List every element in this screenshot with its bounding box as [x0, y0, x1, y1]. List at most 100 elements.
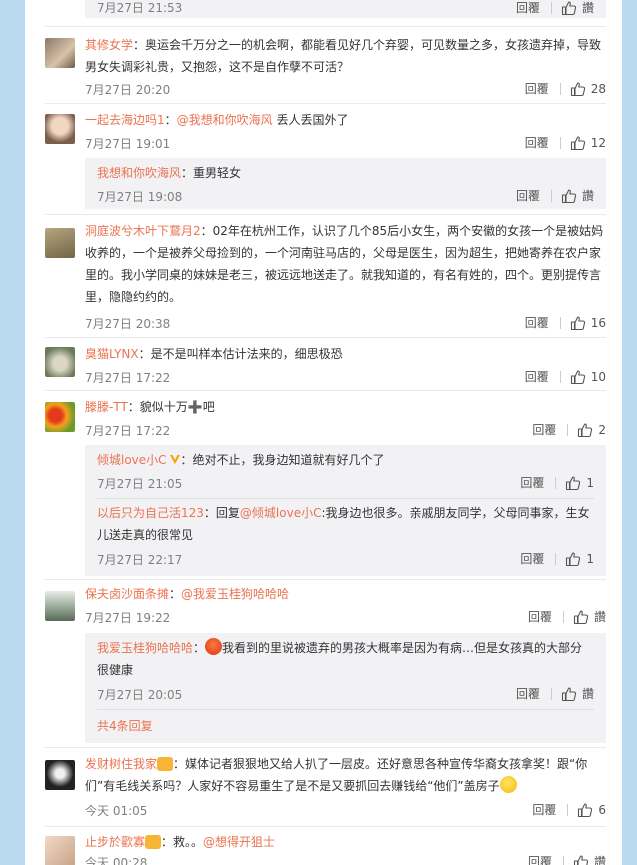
- medal-badge-icon: [157, 757, 174, 771]
- view-all-replies-link[interactable]: 共4条回复: [97, 717, 153, 734]
- comment-username[interactable]: 洞庭波兮木叶下鵞月2: [85, 224, 201, 238]
- mention-link[interactable]: @倾城love小C: [240, 506, 322, 520]
- nested-reply: 我想和你吹海风：重男轻女 7月27日 19:08 回覆 讚: [85, 158, 606, 209]
- thumbs-up-icon: [561, 687, 577, 701]
- thumbs-up-icon: [570, 136, 585, 150]
- reply-button[interactable]: 回覆: [520, 474, 544, 491]
- reply-button[interactable]: 回覆: [520, 550, 544, 567]
- like-label: 讚: [593, 610, 606, 624]
- avatar[interactable]: [45, 760, 75, 790]
- comment-item: 滕滕-TT：貌似十万➕吧 7月27日 17:22 回覆 2 倾城love小C ：绝…: [25, 396, 622, 576]
- reply-button[interactable]: 回覆: [525, 314, 549, 331]
- reply-username[interactable]: 我爱玉桂狗哈哈哈: [97, 641, 193, 655]
- avatar[interactable]: [45, 347, 75, 377]
- comment-time: 7月27日 17:22: [85, 424, 171, 438]
- comment-username[interactable]: 滕滕-TT: [85, 400, 128, 414]
- thumbs-up-icon: [578, 423, 593, 437]
- like-button[interactable]: 28: [570, 81, 606, 97]
- thumbs-up-icon: [561, 189, 577, 203]
- medal-badge-icon: [145, 835, 162, 849]
- reply-username[interactable]: 以后只为自己活123: [97, 506, 204, 520]
- like-label: 讚: [581, 1, 594, 15]
- like-count: 28: [590, 81, 606, 96]
- comment-username[interactable]: 臭猫LYNX: [85, 347, 139, 361]
- like-label: 讚: [581, 687, 594, 701]
- avatar[interactable]: [45, 114, 75, 144]
- reply-button[interactable]: 回覆: [528, 853, 552, 865]
- like-button[interactable]: 10: [570, 369, 606, 385]
- like-button[interactable]: 讚: [573, 608, 606, 625]
- reply-time: 7月27日 22:17: [97, 553, 183, 567]
- thumbs-up-icon: [561, 1, 577, 15]
- comment-item: 发财树住我家 ：媒体记者狠狠地又给人扒了一层皮。还好意思各种宣传华裔女孩拿奖！跟“…: [25, 753, 622, 819]
- reply-button[interactable]: 回覆: [525, 368, 549, 385]
- comment-item: 臭猫LYNX：是不是叫样本估计法来的，细思极恐 7月27日 17:22 回覆 1…: [25, 343, 622, 387]
- smiley-emoji-icon: [499, 776, 517, 793]
- comment-item: 其修女学：奥运会千万分之一的机会啊，都能看见好几个弃婴，可见数量之多，女孩遗弃掉…: [25, 34, 622, 100]
- comment-item: 保夫卤沙面条摊：@我爱玉桂狗哈哈哈 7月27日 19:22 回覆 讚 我爱玉桂狗…: [25, 583, 622, 743]
- reply-time: 7月27日 19:08: [97, 190, 183, 204]
- reply-button[interactable]: 回覆: [525, 134, 549, 151]
- thumbs-up-icon: [566, 552, 581, 566]
- like-button[interactable]: 2: [577, 422, 606, 438]
- like-label: 讚: [581, 189, 594, 203]
- like-button[interactable]: 6: [577, 802, 606, 818]
- like-button[interactable]: 12: [570, 135, 606, 151]
- like-button[interactable]: 讚: [561, 0, 594, 16]
- like-label: 讚: [593, 855, 606, 865]
- comment-text: ：是不是叫样本估计法来的，细思极恐: [138, 347, 343, 361]
- reply-button[interactable]: 回覆: [532, 421, 556, 438]
- avatar[interactable]: [45, 836, 75, 865]
- comment-time: 7月27日 17:22: [85, 371, 171, 385]
- reply-button[interactable]: 回覆: [528, 608, 552, 625]
- reply-button[interactable]: 回覆: [516, 685, 540, 702]
- like-button[interactable]: 讚: [573, 853, 606, 865]
- reply-time: 7月27日 20:05: [97, 688, 183, 702]
- nested-replies: 我爱玉桂狗哈哈哈： 我看到的里说被遗弃的男孩大概率是因为有病…但是女孩真的大部分很…: [85, 633, 606, 743]
- comment-item: 一起去海边吗1：@我想和你吹海风 丢人丢国外了 7月27日 19:01 回覆 1…: [25, 109, 622, 209]
- avatar[interactable]: [45, 402, 75, 432]
- like-count: 1: [586, 551, 594, 566]
- like-count: 6: [598, 802, 606, 817]
- comment-time: 7月27日 20:20: [85, 83, 171, 97]
- comment-time: 今天 01:05: [85, 804, 148, 818]
- reply-time: 7月27日 21:05: [97, 477, 183, 491]
- like-button[interactable]: 1: [565, 551, 594, 567]
- like-count: 16: [590, 315, 606, 330]
- comment-username[interactable]: 其修女学: [85, 38, 133, 52]
- thumbs-up-icon: [566, 476, 581, 490]
- mention-link[interactable]: @我爱玉桂狗哈哈哈: [181, 587, 289, 601]
- reply-text: ：重男轻女: [181, 166, 242, 180]
- reply-button[interactable]: 回覆: [516, 0, 540, 16]
- nested-reply: 7月27日 21:53 回覆 讚: [85, 0, 606, 18]
- comment-time: 7月27日 21:53: [97, 1, 183, 15]
- comment-time: 7月27日 19:22: [85, 611, 171, 625]
- verified-badge-icon: [169, 455, 180, 464]
- mention-link[interactable]: @我想和你吹海风: [177, 113, 273, 127]
- comment-text: 丢人丢国外了: [272, 113, 349, 127]
- comment-username[interactable]: 保夫卤沙面条摊: [85, 587, 169, 601]
- reply-username[interactable]: 倾城love小C: [97, 453, 167, 467]
- comment-text: ：貌似十万➕吧: [127, 400, 215, 414]
- like-button[interactable]: 1: [565, 475, 594, 491]
- avatar[interactable]: [45, 38, 75, 68]
- comment-username[interactable]: 一起去海边吗1: [85, 113, 165, 127]
- reply-username[interactable]: 我想和你吹海风: [97, 166, 181, 180]
- like-count: 12: [590, 135, 606, 150]
- comment-username[interactable]: 发财树住我家: [85, 757, 157, 771]
- like-button[interactable]: 讚: [561, 187, 594, 204]
- like-button[interactable]: 讚: [561, 685, 594, 702]
- reply-button[interactable]: 回覆: [516, 187, 540, 204]
- mention-link[interactable]: @想得开狙士: [203, 835, 275, 849]
- avatar[interactable]: [45, 591, 75, 621]
- reply-button[interactable]: 回覆: [532, 801, 556, 818]
- like-count: 1: [586, 475, 594, 490]
- comment-username[interactable]: 止步於歡寡: [85, 835, 145, 849]
- like-button[interactable]: 16: [570, 315, 606, 331]
- like-count: 2: [598, 422, 606, 437]
- comment-time: 今天 00:28: [85, 856, 148, 865]
- reply-button[interactable]: 回覆: [525, 80, 549, 97]
- comments-panel: 7月27日 21:53 回覆 讚 其修女学：奥运会千万分之一的机会啊，都能看见好…: [25, 0, 622, 865]
- thumbs-up-icon: [570, 370, 585, 384]
- avatar[interactable]: [45, 228, 75, 258]
